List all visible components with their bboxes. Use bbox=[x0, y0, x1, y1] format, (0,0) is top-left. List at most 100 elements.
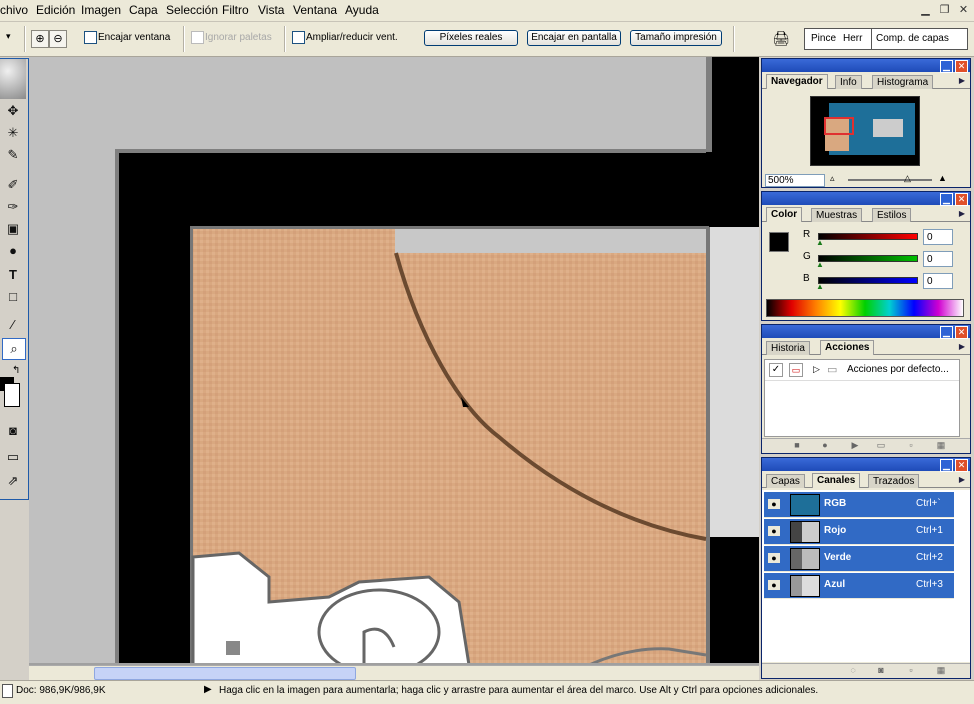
close-icon[interactable]: ✕ bbox=[956, 3, 971, 17]
record-icon[interactable]: ● bbox=[820, 441, 830, 450]
panel-titlebar[interactable]: ▁ ✕ bbox=[762, 325, 970, 339]
zoom-in-icon[interactable]: ⊕ bbox=[31, 30, 49, 48]
panel-minimize-icon[interactable]: ▁ bbox=[940, 193, 953, 206]
panel-close-icon[interactable]: ✕ bbox=[955, 193, 968, 206]
panel-titlebar[interactable]: ▁ ✕ bbox=[762, 458, 970, 472]
zoom-box[interactable] bbox=[2, 684, 13, 698]
gradient-tool-icon[interactable]: ▣ bbox=[2, 219, 24, 239]
panel-menu-arrow-icon[interactable]: ▶ bbox=[957, 475, 967, 485]
trash-icon[interactable]: ▦ bbox=[936, 666, 946, 675]
g-slider[interactable] bbox=[818, 255, 918, 262]
load-selection-icon[interactable]: ◌ bbox=[848, 666, 858, 675]
menu-archivo[interactable]: chivo bbox=[0, 3, 28, 17]
tab-info[interactable]: Info bbox=[835, 75, 862, 89]
panel-menu-arrow-icon[interactable]: ▶ bbox=[957, 342, 967, 352]
menu-capa[interactable]: Capa bbox=[129, 3, 158, 17]
action-set-row[interactable]: ✓ ▭ ▷ ▭ Acciones por defecto... bbox=[765, 360, 959, 381]
panel-menu-arrow-icon[interactable]: ▶ bbox=[957, 76, 967, 86]
zoom-tool-icon[interactable]: ⌕ bbox=[2, 338, 26, 360]
tab-muestras[interactable]: Muestras bbox=[811, 208, 863, 222]
r-slider-thumb-icon[interactable]: ▲ bbox=[816, 238, 824, 247]
r-slider[interactable] bbox=[818, 233, 918, 240]
menu-imagen[interactable]: Imagen bbox=[81, 3, 121, 17]
eye-icon[interactable]: ● bbox=[768, 580, 780, 590]
file-browser-icon[interactable]: 🖨 bbox=[770, 29, 792, 47]
g-value[interactable]: 0 bbox=[923, 251, 953, 267]
dialog-toggle-icon[interactable]: ▭ bbox=[789, 363, 803, 377]
tab-navegador[interactable]: Navegador bbox=[766, 74, 828, 89]
r-value[interactable]: 0 bbox=[923, 229, 953, 245]
action-toggle-check-icon[interactable]: ✓ bbox=[769, 363, 783, 377]
zoom-in-small-icon[interactable]: ▲ bbox=[938, 173, 947, 183]
navigator-preview[interactable] bbox=[810, 96, 920, 166]
menu-ventana[interactable]: Ventana bbox=[293, 3, 337, 17]
menu-seleccion[interactable]: Selección bbox=[166, 3, 218, 17]
horizontal-scrollbar[interactable] bbox=[29, 665, 759, 680]
save-selection-icon[interactable]: ◙ bbox=[876, 666, 886, 675]
type-tool-icon[interactable]: T bbox=[2, 265, 24, 285]
eye-icon[interactable]: ● bbox=[768, 553, 780, 563]
menu-ayuda[interactable]: Ayuda bbox=[345, 3, 379, 17]
new-channel-icon[interactable]: ▫ bbox=[906, 666, 916, 675]
tab-estilos[interactable]: Estilos bbox=[872, 208, 912, 222]
shape-tool-icon[interactable]: □ bbox=[2, 287, 24, 307]
foreground-color-box[interactable] bbox=[769, 232, 789, 252]
panel-titlebar[interactable]: ▁ ✕ bbox=[762, 192, 970, 206]
new-set-icon[interactable]: ▭ bbox=[876, 441, 886, 450]
brush-tool-icon[interactable]: ✐ bbox=[2, 175, 24, 195]
ampliar-reducir-checkbox[interactable] bbox=[292, 31, 305, 44]
zoom-out-small-icon[interactable]: ▵ bbox=[830, 173, 835, 184]
tab-color[interactable]: Color bbox=[766, 207, 803, 222]
encajar-pantalla-button[interactable]: Encajar en pantalla bbox=[527, 30, 621, 46]
b-slider[interactable] bbox=[818, 277, 918, 284]
ignorar-paletas-checkbox[interactable] bbox=[191, 31, 204, 44]
expand-triangle-icon[interactable]: ▷ bbox=[813, 364, 820, 375]
play-icon[interactable]: ▶ bbox=[850, 441, 860, 450]
burn-tool-icon[interactable]: ● bbox=[2, 241, 24, 261]
eye-icon[interactable]: ● bbox=[768, 526, 780, 536]
image-content[interactable] bbox=[29, 57, 759, 665]
panel-close-icon[interactable]: ✕ bbox=[955, 459, 968, 472]
eye-icon[interactable]: ● bbox=[768, 499, 780, 509]
jump-to-imageready-icon[interactable]: ⇗ bbox=[2, 471, 24, 491]
panel-minimize-icon[interactable]: ▁ bbox=[940, 459, 953, 472]
channel-row-verde[interactable]: ● Verde Ctrl+2 bbox=[764, 546, 954, 572]
panel-close-icon[interactable]: ✕ bbox=[955, 326, 968, 339]
tab-trazados[interactable]: Trazados bbox=[868, 474, 920, 488]
stop-icon[interactable]: ■ bbox=[792, 441, 802, 450]
background-color-swatch[interactable] bbox=[4, 383, 20, 407]
zoom-slider[interactable] bbox=[848, 179, 932, 181]
color-spectrum-bar[interactable] bbox=[766, 299, 964, 317]
pixeles-reales-button[interactable]: Píxeles reales bbox=[424, 30, 518, 46]
encajar-ventana-checkbox[interactable] bbox=[84, 31, 97, 44]
menu-edicion[interactable]: Edición bbox=[36, 3, 75, 17]
navigator-view-box[interactable] bbox=[824, 117, 854, 135]
tab-acciones[interactable]: Acciones bbox=[820, 340, 875, 355]
channel-row-rgb[interactable]: ● RGB Ctrl+` bbox=[764, 492, 954, 518]
healing-brush-tool-icon[interactable]: ✎ bbox=[2, 145, 24, 165]
zoom-slider-thumb-icon[interactable]: △ bbox=[904, 173, 911, 184]
zoom-out-icon[interactable]: ⊖ bbox=[49, 30, 67, 48]
swap-colors-icon[interactable]: ↰ bbox=[12, 365, 20, 376]
zoom-field[interactable]: 500% bbox=[765, 174, 825, 187]
minimize-icon[interactable]: ▁ bbox=[918, 3, 933, 17]
well-tab-comp-capas[interactable]: Comp. de capas bbox=[871, 29, 953, 49]
panel-menu-arrow-icon[interactable]: ▶ bbox=[957, 209, 967, 219]
panel-titlebar[interactable]: ▁ ✕ bbox=[762, 59, 970, 73]
scrollbar-thumb[interactable] bbox=[94, 667, 356, 680]
document-canvas[interactable] bbox=[29, 57, 759, 665]
new-action-icon[interactable]: ▫ bbox=[906, 441, 916, 450]
channel-row-azul[interactable]: ● Azul Ctrl+3 bbox=[764, 573, 954, 599]
panel-minimize-icon[interactable]: ▁ bbox=[940, 326, 953, 339]
status-arrow-icon[interactable]: ▶ bbox=[204, 684, 212, 695]
screen-mode-icon[interactable]: ▭ bbox=[2, 447, 24, 467]
b-value[interactable]: 0 bbox=[923, 273, 953, 289]
quick-mask-icon[interactable]: ◙ bbox=[2, 421, 24, 441]
restore-icon[interactable]: ❐ bbox=[937, 3, 952, 17]
menu-vista[interactable]: Vista bbox=[258, 3, 284, 17]
b-slider-thumb-icon[interactable]: ▲ bbox=[816, 282, 824, 291]
well-tab-pinceles[interactable]: Pince bbox=[811, 29, 836, 49]
channel-row-rojo[interactable]: ● Rojo Ctrl+1 bbox=[764, 519, 954, 545]
g-slider-thumb-icon[interactable]: ▲ bbox=[816, 260, 824, 269]
tool-preset-arrow-icon[interactable]: ▾ bbox=[6, 31, 11, 42]
